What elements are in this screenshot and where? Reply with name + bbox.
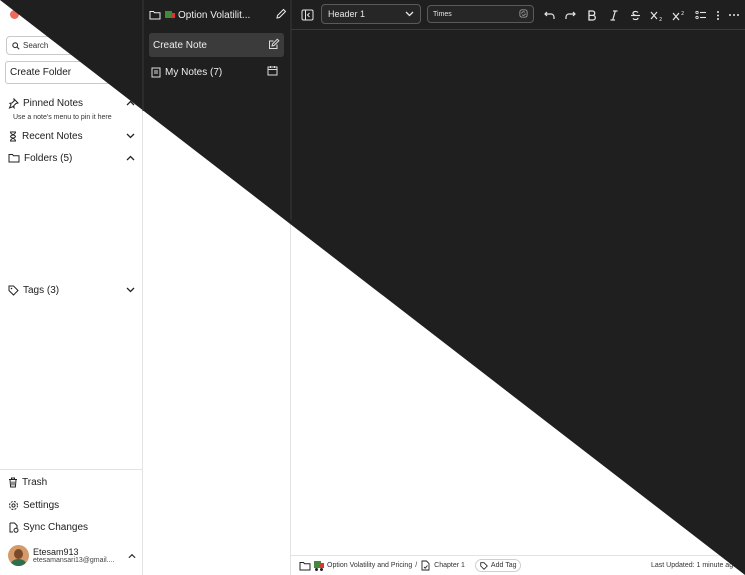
search-shortcut: ⌘ P <box>112 41 128 50</box>
my-notes-sort-row[interactable]: My Notes (7) <box>151 64 279 80</box>
truck-emoji-icon <box>314 561 324 571</box>
list-icon[interactable] <box>694 8 708 22</box>
folder-title-row: Option Volatilit... <box>149 7 287 23</box>
superscript-icon[interactable]: 2 <box>671 8 687 22</box>
editor-scrollbar[interactable] <box>741 33 744 376</box>
close-window-button[interactable] <box>10 10 19 19</box>
editor: Header 1 Times 2 2 Option Volatility and… <box>291 0 745 575</box>
svg-text:2: 2 <box>659 17 662 21</box>
pinned-notes-label: Pinned Notes <box>23 97 84 109</box>
settings-label: Settings <box>23 499 60 511</box>
minimize-window-button[interactable] <box>23 10 32 19</box>
my-notes-label: My Notes (7) <box>165 66 223 78</box>
notes-panel: Option Volatilit... Create Note My Notes… <box>143 0 291 575</box>
folder-title: Option Volatilit... <box>178 9 251 21</box>
user-name: Etesam913 <box>33 546 79 557</box>
tags-label: Tags (3) <box>23 284 60 296</box>
sidebar: Search ⌘ P Create Folder Pinned Notes Us… <box>0 0 143 575</box>
pinned-notes-header[interactable]: Pinned Notes <box>8 95 135 111</box>
font-family-input[interactable]: Times <box>427 5 534 23</box>
italic-icon[interactable] <box>607 8 621 22</box>
chevron-up-icon <box>128 546 136 564</box>
compose-icon <box>268 37 280 53</box>
heading-select[interactable]: Header 1 <box>321 4 421 24</box>
redo-icon[interactable] <box>563 8 577 22</box>
folders-label: Folders (5) <box>24 152 73 164</box>
folder-plus-icon <box>118 66 130 80</box>
user-account-button[interactable]: Etesam913 etesamansari13@gmail.... <box>8 543 136 567</box>
chevron-down-icon[interactable] <box>126 285 135 296</box>
folder-icon <box>299 561 311 571</box>
settings-button[interactable]: Settings <box>8 497 59 513</box>
last-updated-text: Last Updated: 1 minute ago <box>650 562 737 569</box>
create-note-button[interactable]: Create Note <box>149 33 284 57</box>
pinned-notes-hint: Use a note's menu to pin it here <box>13 114 112 121</box>
editor-content-area[interactable] <box>291 31 745 554</box>
chevron-up-icon[interactable] <box>126 98 135 109</box>
sync-changes-label: Sync Changes <box>23 521 89 533</box>
folder-icon <box>8 153 20 163</box>
sync-file-icon <box>8 522 19 533</box>
editor-toolbar: Header 1 Times 2 2 <box>291 0 745 30</box>
breadcrumb-separator: / <box>415 562 418 569</box>
undo-icon[interactable] <box>542 8 556 22</box>
sync-changes-button[interactable]: Sync Changes <box>8 519 88 535</box>
add-tag-button[interactable]: Add Tag <box>474 559 522 572</box>
font-family-value: Times <box>433 10 452 18</box>
recent-notes-label: Recent Notes <box>22 130 83 142</box>
sidebar-toggle-icon[interactable] <box>300 8 314 22</box>
truck-emoji-icon <box>165 10 175 21</box>
status-bar: Option Volatility and Pricing / Chapter … <box>291 555 745 575</box>
tag-icon <box>8 285 19 296</box>
pencil-icon[interactable] <box>276 8 287 22</box>
folder-icon <box>149 10 161 20</box>
more-icon[interactable] <box>727 8 741 22</box>
trash-button[interactable]: Trash <box>8 474 47 490</box>
search-button[interactable]: Search ⌘ P <box>6 36 135 55</box>
trash-label: Trash <box>22 476 48 488</box>
create-folder-button[interactable]: Create Folder <box>5 61 135 84</box>
create-folder-label: Create Folder <box>10 67 72 78</box>
subscript-icon[interactable]: 2 <box>649 8 665 22</box>
breadcrumb-note[interactable]: Chapter 1 <box>434 562 465 569</box>
avatar <box>8 544 29 566</box>
note-icon <box>151 67 161 78</box>
vertical-more-icon[interactable] <box>713 8 723 22</box>
search-icon <box>12 41 20 50</box>
recent-notes-header[interactable]: Recent Notes <box>8 128 135 144</box>
chevron-up-icon[interactable] <box>126 153 135 164</box>
pin-icon <box>8 97 19 109</box>
svg-text:2: 2 <box>681 11 684 17</box>
bold-icon[interactable] <box>585 8 599 22</box>
hourglass-icon <box>8 131 18 142</box>
calendar-sort-icon[interactable] <box>267 65 279 80</box>
folders-header[interactable]: Folders (5) <box>8 150 135 166</box>
gear-icon <box>8 500 19 511</box>
heading-select-value: Header 1 <box>328 9 366 19</box>
create-note-label: Create Note <box>153 39 207 51</box>
search-label: Search <box>23 41 49 50</box>
user-email: etesamansari13@gmail.... <box>33 556 115 564</box>
trash-icon <box>8 477 18 488</box>
breadcrumb-folder[interactable]: Option Volatility and Pricing <box>327 562 412 569</box>
refresh-icon[interactable] <box>519 8 528 20</box>
maximize-window-button[interactable] <box>36 10 45 19</box>
chevron-down-icon[interactable] <box>126 131 135 142</box>
note-file-icon <box>420 560 431 571</box>
chevron-down-icon <box>405 9 414 19</box>
strikethrough-icon[interactable] <box>628 8 642 22</box>
tag-icon <box>480 561 488 570</box>
tags-header[interactable]: Tags (3) <box>8 282 135 298</box>
add-tag-label: Add Tag <box>490 562 517 569</box>
